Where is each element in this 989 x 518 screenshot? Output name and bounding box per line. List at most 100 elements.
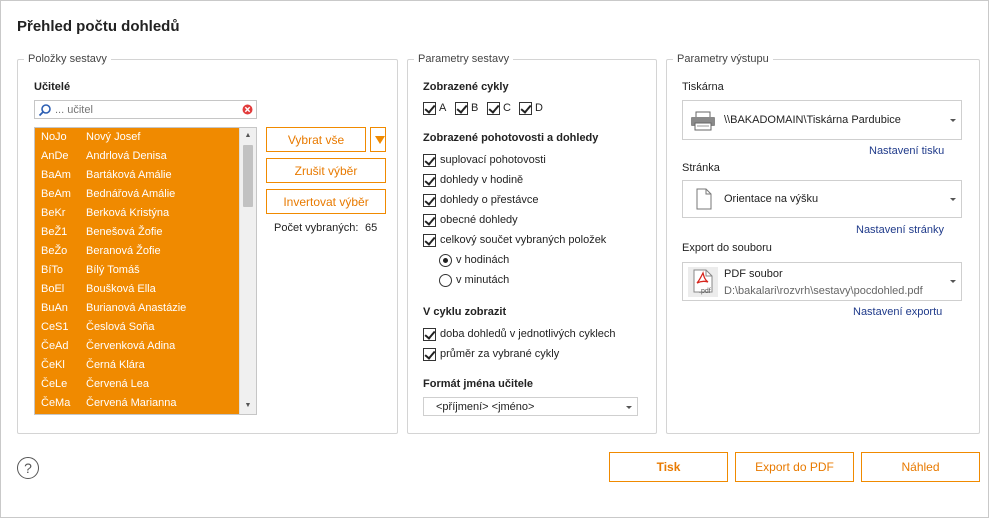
in-cycle-label: průměr za vybrané cykly [440,348,560,360]
export-pdf-button[interactable]: Export do PDF [735,452,854,482]
teacher-row[interactable]: ČeMa Červená Marianna [35,394,239,413]
printer-icon [691,111,715,131]
teacher-row[interactable]: NoJo Nový Josef [35,128,239,147]
teacher-row[interactable]: BeŽ1 Benešová Žofie [35,223,239,242]
teacher-row[interactable]: BeKr Berková Kristýna [35,204,239,223]
select-options-dropdown[interactable] [370,127,386,152]
teacher-code: NoJo [41,131,67,143]
selected-count-label: Počet vybraných: [274,222,359,234]
teacher-code: CeS1 [41,321,69,333]
teacher-row[interactable]: BeAm Bednářová Amálie [35,185,239,204]
teacher-code: BeAm [41,188,71,200]
chevron-down-icon [950,280,956,283]
search-input[interactable] [55,102,235,117]
cycle-checkbox[interactable] [519,102,532,115]
scroll-up-icon[interactable]: ▲ [240,128,256,144]
scroll-thumb[interactable] [243,145,253,207]
cycles-label: Zobrazené cykly [423,81,509,93]
report-dialog: Přehled počtu dohledů Položky sestavy Uč… [0,0,989,518]
print-settings-link[interactable]: Nastavení tisku [869,145,944,157]
teacher-list-scrollbar[interactable]: ▲ ▼ [239,128,256,414]
clear-search-icon[interactable] [242,104,253,115]
teacher-code: ČeAd [41,340,69,352]
scroll-down-icon[interactable]: ▼ [240,398,256,414]
cycle-checkbox[interactable] [487,102,500,115]
teacher-row[interactable]: BuAn Burianová Anastázie [35,299,239,318]
teacher-row[interactable]: BíTo Bílý Tomáš [35,261,239,280]
teacher-list[interactable]: ČeMa Červená Marianna ČeLe Červená Lea ČeKl Č… [34,127,257,415]
duty-checkbox[interactable] [423,214,436,227]
teacher-name: Nový Josef [86,131,141,143]
output-panel-legend: Parametry výstupu [677,53,769,65]
page-portrait-icon [696,188,712,210]
teacher-code: BaAm [41,169,71,181]
chevron-down-icon [626,406,632,409]
teacher-code: BeKr [41,207,66,219]
unit-radio[interactable] [439,254,452,267]
cycle-checkbox[interactable] [423,102,436,115]
in-cycle-label: V cyklu zobrazit [423,306,507,318]
duties-label: Zobrazené pohotovosti a dohledy [423,132,599,144]
cancel-selection-button[interactable]: Zrušit výběr [266,158,386,183]
preview-button[interactable]: Náhled [861,452,980,482]
select-all-button[interactable]: Vybrat vše [266,127,366,152]
in-cycle-checkbox[interactable] [423,348,436,361]
printer-select[interactable]: \\BAKADOMAIN\Tiskárna Pardubice [682,100,962,140]
duty-checkbox[interactable] [423,234,436,247]
teacher-row[interactable]: ČeLe Červená Lea [35,375,239,394]
cycle-checkbox[interactable] [455,102,468,115]
teacher-name: Červenková Adina [86,340,176,352]
teacher-code: BeŽo [41,245,68,257]
chevron-down-icon [375,136,385,144]
unit-label: v minutách [456,274,510,286]
duty-checkbox[interactable] [423,154,436,167]
teacher-code: ČeKl [41,359,65,371]
page-settings-link[interactable]: Nastavení stránky [856,224,944,236]
name-format-label: Formát jména učitele [423,378,534,390]
chevron-down-icon [950,198,956,201]
duty-checkbox[interactable] [423,174,436,187]
teacher-name: Burianová Anastázie [86,302,187,314]
help-icon[interactable]: ? [17,457,39,479]
teachers-label: Učitelé [34,81,71,93]
print-button[interactable]: Tisk [609,452,728,482]
invert-selection-button[interactable]: Invertovat výběr [266,189,386,214]
teacher-row[interactable]: AnDe Andrlová Denisa [35,147,239,166]
teacher-name: Benešová Žofie [86,226,163,238]
teacher-name: Bílý Tomáš [86,264,140,276]
export-select[interactable]: .pdf PDF soubor D:\bakalari\rozvrh\sesta… [682,262,962,301]
teacher-row[interactable]: BeŽo Beranová Žofie [35,242,239,261]
teacher-row[interactable]: ČeKl Černá Klára [35,356,239,375]
items-panel-legend: Položky sestavy [28,53,107,65]
export-settings-link[interactable]: Nastavení exportu [853,306,942,318]
teacher-row[interactable]: CeS1 Česlová Soňa [35,318,239,337]
teacher-search[interactable] [34,100,257,119]
printer-label: Tiskárna [682,81,724,93]
duty-label: suplovací pohotovosti [440,154,546,166]
unit-radio[interactable] [439,274,452,287]
teacher-code: BíTo [41,264,64,276]
teacher-row[interactable]: ČeAd Červenková Adina [35,337,239,356]
teacher-name: Bednářová Amálie [86,188,176,200]
teacher-name: Česlová Soňa [86,321,155,333]
page-select[interactable]: Orientace na výšku [682,180,962,218]
params-panel-legend: Parametry sestavy [418,53,510,65]
duty-label: dohledy o přestávce [440,194,539,206]
teacher-row[interactable]: BaAm Bartáková Amálie [35,166,239,185]
teacher-name: Červená Marianna [86,397,177,409]
duty-label: celkový součet vybraných položek [440,234,607,246]
teacher-code: BoEl [41,283,65,295]
teacher-name: Boušková Ella [86,283,156,295]
cycle-label: C [503,102,511,114]
duty-label: obecné dohledy [440,214,518,226]
name-format-select[interactable]: <příjmení> <jméno> [423,397,638,416]
selected-count: 65 [365,222,378,234]
page-value: Orientace na výšku [724,193,819,205]
teacher-row[interactable]: BoEl Boušková Ella [35,280,239,299]
teacher-code: BeŽ1 [41,226,68,238]
in-cycle-checkbox[interactable] [423,328,436,341]
chevron-down-icon [950,119,956,122]
cycle-label: B [471,102,479,114]
duty-checkbox[interactable] [423,194,436,207]
teacher-code: BuAn [41,302,68,314]
